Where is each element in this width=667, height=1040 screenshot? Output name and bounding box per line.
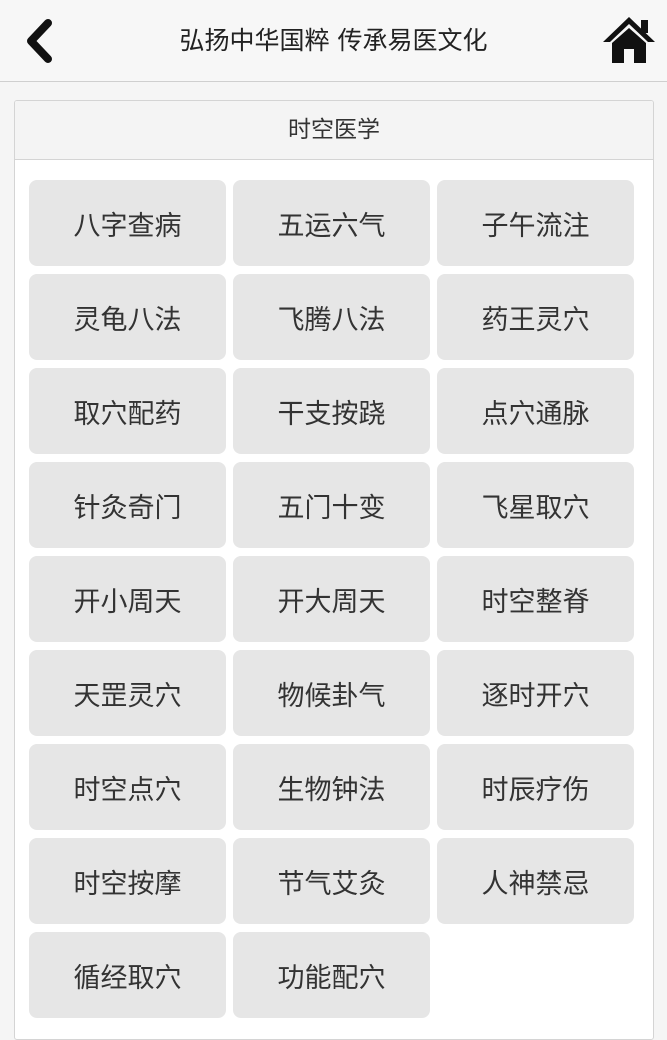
function-button[interactable]: 生物钟法 bbox=[233, 744, 430, 830]
function-button[interactable]: 开大周天 bbox=[233, 556, 430, 642]
function-button[interactable]: 八字查病 bbox=[29, 180, 226, 266]
function-button[interactable]: 时空点穴 bbox=[29, 744, 226, 830]
function-button[interactable]: 五运六气 bbox=[233, 180, 430, 266]
function-button[interactable]: 时辰疗伤 bbox=[437, 744, 634, 830]
back-button[interactable] bbox=[14, 14, 64, 68]
function-button[interactable]: 物候卦气 bbox=[233, 650, 430, 736]
home-button[interactable] bbox=[599, 10, 659, 70]
function-button[interactable]: 功能配穴 bbox=[233, 932, 430, 1018]
page-title: 弘扬中华国粹 传承易医文化 bbox=[179, 26, 488, 55]
top-bar: 弘扬中华国粹 传承易医文化 bbox=[0, 0, 667, 82]
function-grid: 八字查病 五运六气 子午流注灵龟八法 飞腾八法 药王灵穴取穴配药 干支按跷 点穴通脉针灸奇门… bbox=[15, 160, 653, 1018]
function-button[interactable]: 天罡灵穴 bbox=[29, 650, 226, 736]
function-button[interactable]: 开小周天 bbox=[29, 556, 226, 642]
function-button[interactable]: 时空整脊 bbox=[437, 556, 634, 642]
chevron-left-icon bbox=[27, 19, 52, 63]
function-button[interactable]: 药王灵穴 bbox=[437, 274, 634, 360]
function-button[interactable]: 干支按跷 bbox=[233, 368, 430, 454]
function-button[interactable]: 飞星取穴 bbox=[437, 462, 634, 548]
home-icon bbox=[603, 17, 655, 63]
function-button[interactable]: 子午流注 bbox=[437, 180, 634, 266]
function-button[interactable]: 五门十变 bbox=[233, 462, 430, 548]
function-button[interactable]: 点穴通脉 bbox=[437, 368, 634, 454]
function-button[interactable]: 取穴配药 bbox=[29, 368, 226, 454]
function-button[interactable]: 循经取穴 bbox=[29, 932, 226, 1018]
function-button[interactable]: 逐时开穴 bbox=[437, 650, 634, 736]
function-button[interactable]: 人神禁忌 bbox=[437, 838, 634, 924]
category-panel: 时空医学 八字查病 五运六气 子午流注灵龟八法 飞腾八法 药王灵穴取穴配药 干支按跷 点穴通… bbox=[14, 100, 654, 1040]
function-button[interactable]: 时空按摩 bbox=[29, 838, 226, 924]
function-button[interactable]: 节气艾灸 bbox=[233, 838, 430, 924]
panel-title: 时空医学 bbox=[15, 101, 653, 160]
function-button[interactable]: 灵龟八法 bbox=[29, 274, 226, 360]
function-button[interactable]: 飞腾八法 bbox=[233, 274, 430, 360]
function-button[interactable]: 针灸奇门 bbox=[29, 462, 226, 548]
